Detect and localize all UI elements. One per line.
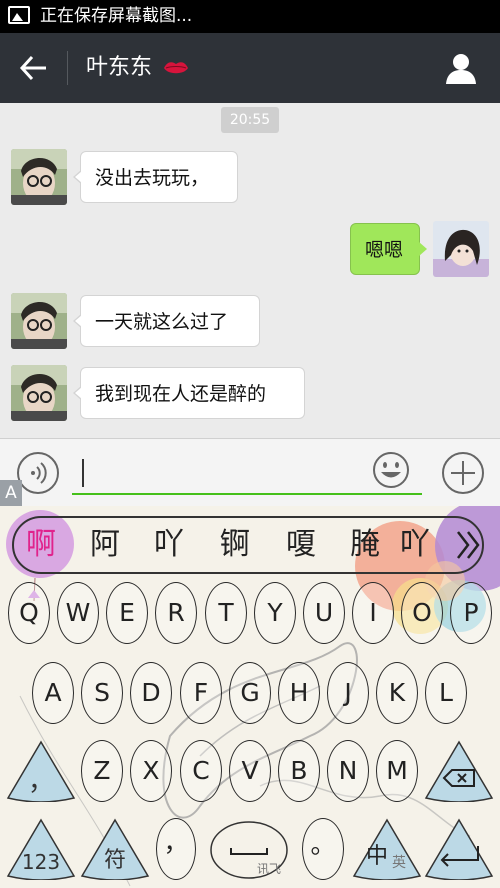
image-notification-icon	[8, 6, 30, 24]
status-text: 正在保存屏幕截图...	[40, 6, 193, 26]
text-caret	[82, 459, 84, 487]
key-p[interactable]: P	[450, 582, 492, 644]
key-u[interactable]: U	[303, 582, 345, 644]
key-w[interactable]: W	[57, 582, 99, 644]
symbol-key-label: 符	[103, 848, 126, 873]
key-o[interactable]: O	[401, 582, 443, 644]
backspace-icon	[424, 740, 494, 803]
key-k[interactable]: K	[376, 662, 418, 724]
candidate-item[interactable]: 阿	[80, 518, 130, 572]
message-bubble[interactable]: 一天就这么过了	[73, 295, 260, 347]
key-r[interactable]: R	[155, 582, 197, 644]
key-i[interactable]: I	[352, 582, 394, 644]
key-d[interactable]: D	[130, 662, 172, 724]
period-key[interactable]: 。	[302, 818, 344, 880]
key-c[interactable]: C	[180, 740, 222, 802]
key-j[interactable]: J	[327, 662, 369, 724]
comma-key-label: ，	[27, 767, 54, 797]
space-key[interactable]: 讯飞	[209, 820, 289, 880]
keyboard-side-marker: A	[0, 480, 22, 506]
key-z[interactable]: Z	[81, 740, 123, 802]
back-arrow-icon[interactable]	[18, 53, 50, 83]
lang-alt-label: 英	[392, 855, 406, 871]
key-t[interactable]: T	[205, 582, 247, 644]
candidate-item[interactable]: 腌	[340, 518, 390, 572]
input-bar	[0, 438, 500, 506]
symbol-key[interactable]: 符	[80, 818, 150, 881]
key-b[interactable]: B	[278, 740, 320, 802]
chat-area: 20:55 没出去玩玩， 嗯嗯 一天就这么过了 我到现在人还是醉的	[0, 103, 500, 438]
key-e[interactable]: E	[106, 582, 148, 644]
number-mode-label: 123	[21, 850, 61, 874]
chevron-double-right-icon[interactable]	[454, 528, 484, 562]
key-h[interactable]: H	[278, 662, 320, 724]
candidate-item[interactable]: 锕	[210, 518, 260, 572]
user-avatar[interactable]	[433, 221, 489, 277]
comma-key[interactable]: ，	[6, 740, 76, 803]
lang-main-label: 中	[366, 844, 389, 869]
message-bubble[interactable]: 我到现在人还是醉的	[73, 367, 305, 419]
key-s[interactable]: S	[81, 662, 123, 724]
message-bubble[interactable]: 没出去玩玩，	[73, 151, 238, 203]
message-input[interactable]	[72, 453, 422, 495]
plus-icon[interactable]	[441, 451, 485, 495]
small-comma-key[interactable]: ，	[156, 818, 196, 880]
person-icon[interactable]	[444, 51, 478, 85]
key-q[interactable]: Q	[8, 582, 50, 644]
key-a[interactable]: A	[32, 662, 74, 724]
key-l[interactable]: L	[425, 662, 467, 724]
space-brand-label: 讯飞	[257, 862, 282, 876]
candidate-item[interactable]: 嗄	[276, 518, 326, 572]
candidate-item[interactable]: 吖	[144, 518, 194, 572]
contact-name: 叶东东	[86, 55, 153, 80]
title-divider	[67, 51, 68, 85]
backspace-key[interactable]	[424, 740, 494, 803]
enter-key[interactable]	[424, 818, 494, 881]
contact-avatar[interactable]	[11, 365, 67, 421]
key-n[interactable]: N	[327, 740, 369, 802]
contact-avatar[interactable]	[11, 293, 67, 349]
key-f[interactable]: F	[180, 662, 222, 724]
candidate-item[interactable]: 吖	[400, 518, 430, 572]
language-switch-key[interactable]: 中 英	[352, 818, 422, 881]
status-bar: 正在保存屏幕截图...	[0, 0, 500, 33]
key-v[interactable]: V	[229, 740, 271, 802]
title-bar: 叶东东	[0, 33, 500, 103]
emoji-icon[interactable]	[372, 451, 410, 489]
voice-icon[interactable]	[16, 451, 60, 495]
key-y[interactable]: Y	[254, 582, 296, 644]
message-bubble[interactable]: 嗯嗯	[350, 223, 427, 275]
enter-icon	[424, 818, 494, 881]
contact-avatar[interactable]	[11, 149, 67, 205]
key-g[interactable]: G	[229, 662, 271, 724]
lips-icon	[164, 62, 189, 74]
number-mode-key[interactable]: 123	[6, 818, 76, 881]
ime-keyboard: 啊 阿 吖 锕 嗄 腌 吖 Q W E R T Y U I O P A S D …	[0, 506, 500, 888]
candidate-item[interactable]: 啊	[16, 518, 66, 572]
contact-title: 叶东东	[86, 53, 189, 83]
timestamp: 20:55	[221, 107, 279, 133]
key-m[interactable]: M	[376, 740, 418, 802]
key-x[interactable]: X	[130, 740, 172, 802]
candidate-bar: 啊 阿 吖 锕 嗄 腌 吖	[12, 516, 484, 574]
